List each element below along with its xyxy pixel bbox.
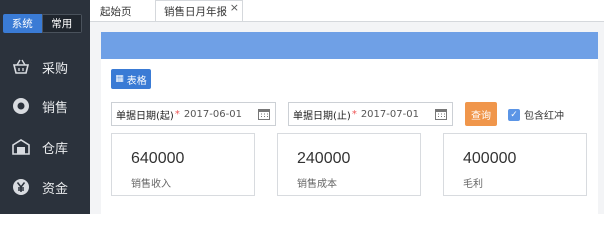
include-red-checkbox[interactable]: ✓ 包含红冲 bbox=[508, 107, 564, 122]
start-date-field[interactable]: 单据日期(起) * 2017-06-01 bbox=[111, 102, 276, 126]
sidebar-item-sales[interactable]: 销售 bbox=[0, 87, 90, 125]
card-caption: 销售收入 bbox=[131, 179, 171, 190]
end-date-label: 单据日期(止) bbox=[293, 110, 351, 122]
start-date-value: 2017-06-01 bbox=[183, 108, 242, 120]
sidebar-item-label: 仓库 bbox=[42, 141, 69, 157]
main-content: ▦ 表格 单据日期(起) * 2017-06-01 单据日期(止) * 2017… bbox=[90, 22, 604, 214]
basket-icon bbox=[12, 58, 30, 76]
sidebar-item-label: 采购 bbox=[42, 61, 69, 77]
sidebar-item-label: 资金 bbox=[42, 181, 69, 197]
sidebar-item-funds[interactable]: 资金 bbox=[0, 168, 90, 206]
tab-sales-report[interactable]: 销售日月年报 × bbox=[155, 0, 243, 22]
grid-icon: ▦ bbox=[115, 74, 124, 84]
segment-common[interactable]: 常用 bbox=[41, 14, 82, 33]
calendar-icon[interactable] bbox=[258, 108, 270, 120]
gross-profit-card: 400000 毛利 bbox=[443, 133, 587, 196]
report-panel: ▦ 表格 单据日期(起) * 2017-06-01 单据日期(止) * 2017… bbox=[101, 32, 598, 214]
checkmark-icon: ✓ bbox=[508, 108, 520, 121]
card-caption: 毛利 bbox=[463, 179, 483, 190]
sidebar: 系统 常用 采购 销售 仓库 资金 bbox=[0, 0, 90, 214]
card-caption: 销售成本 bbox=[297, 179, 337, 190]
tab-label: 销售日月年报 bbox=[164, 5, 227, 18]
warehouse-icon bbox=[12, 138, 30, 156]
table-view-button[interactable]: ▦ 表格 bbox=[111, 69, 151, 89]
sidebar-item-warehouse[interactable]: 仓库 bbox=[0, 128, 90, 166]
table-view-label: 表格 bbox=[126, 75, 147, 87]
tab-bar: 起始页 销售日月年报 × bbox=[90, 0, 604, 22]
end-date-field[interactable]: 单据日期(止) * 2017-07-01 bbox=[288, 102, 453, 126]
end-date-value: 2017-07-01 bbox=[360, 108, 419, 120]
tab-home[interactable]: 起始页 bbox=[100, 0, 132, 22]
yen-icon bbox=[12, 178, 30, 196]
card-value: 640000 bbox=[131, 150, 185, 167]
required-mark: * bbox=[351, 108, 357, 120]
required-mark: * bbox=[174, 108, 180, 120]
coin-icon bbox=[12, 97, 30, 115]
sidebar-item-purchase[interactable]: 采购 bbox=[0, 48, 90, 86]
sidebar-item-label: 销售 bbox=[42, 100, 69, 116]
include-red-label: 包含红冲 bbox=[524, 111, 564, 122]
calendar-icon[interactable] bbox=[435, 108, 447, 120]
query-button[interactable]: 查询 bbox=[465, 102, 497, 126]
sidebar-mode-switch: 系统 常用 bbox=[3, 14, 82, 33]
panel-banner bbox=[101, 32, 598, 59]
close-icon[interactable]: × bbox=[230, 1, 239, 14]
card-value: 400000 bbox=[463, 150, 517, 167]
segment-system[interactable]: 系统 bbox=[3, 14, 42, 33]
sales-cost-card: 240000 销售成本 bbox=[277, 133, 421, 196]
sales-revenue-card: 640000 销售收入 bbox=[111, 133, 255, 196]
card-value: 240000 bbox=[297, 150, 351, 167]
start-date-label: 单据日期(起) bbox=[116, 110, 174, 122]
